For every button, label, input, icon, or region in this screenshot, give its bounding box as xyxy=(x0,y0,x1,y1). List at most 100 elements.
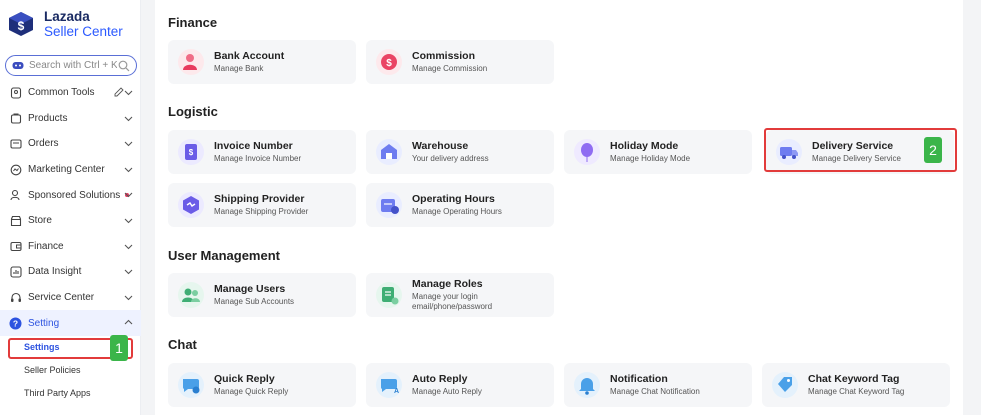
card-warehouse[interactable]: Warehouse Your delivery address xyxy=(366,130,554,174)
card-title: Commission xyxy=(412,50,476,62)
nav-item-store[interactable]: Store xyxy=(0,208,141,234)
nav-label: Orders xyxy=(28,138,59,150)
card-chat-keyword-tag[interactable]: Chat Keyword Tag Manage Chat Keyword Tag xyxy=(762,363,950,407)
chevron-down-icon xyxy=(124,192,133,198)
nav-item-finance[interactable]: Finance xyxy=(0,234,141,260)
sub-item-label: Seller Policies xyxy=(24,365,81,376)
section-title-user-management: User Management xyxy=(168,248,280,263)
brand-logo[interactable]: $ Lazada Seller Center xyxy=(8,9,123,39)
auto-reply-icon: A xyxy=(376,372,402,398)
bank-account-icon xyxy=(178,49,204,75)
card-title: Chat Keyword Tag xyxy=(808,373,900,385)
question-icon: ? xyxy=(9,317,22,330)
card-title: Shipping Provider xyxy=(214,193,305,205)
card-subtitle: Your delivery address xyxy=(412,154,489,163)
card-invoice-number[interactable]: $ Invoice Number Manage Invoice Number xyxy=(168,130,356,174)
search-icon[interactable] xyxy=(118,60,130,72)
annotation-badge-2: 2 xyxy=(924,137,942,163)
nav-item-data-insight[interactable]: Data Insight xyxy=(0,259,141,285)
svg-text:A: A xyxy=(394,388,399,395)
svg-text:$: $ xyxy=(189,148,194,157)
sub-item-third-party-apps[interactable]: Third Party Apps xyxy=(0,382,141,405)
section-title-finance: Finance xyxy=(168,15,218,30)
card-commission[interactable]: $ Commission Manage Commission xyxy=(366,40,554,84)
main-content: Finance Bank Account Manage Bank $ Commis… xyxy=(155,0,963,415)
pin-icon xyxy=(9,86,22,99)
svg-text:$: $ xyxy=(386,58,392,69)
marketing-icon xyxy=(9,163,22,176)
card-subtitle: Manage Bank xyxy=(214,64,264,73)
calendar-icon xyxy=(376,192,402,218)
shipping-provider-icon xyxy=(178,192,204,218)
card-subtitle: Manage Chat Notification xyxy=(610,387,700,396)
brand-line2: Seller Center xyxy=(44,24,123,39)
users-icon xyxy=(178,282,204,308)
section-title-logistic: Logistic xyxy=(168,104,218,119)
edit-icon[interactable] xyxy=(114,87,124,97)
nav-item-orders[interactable]: Orders xyxy=(0,131,141,157)
card-auto-reply[interactable]: A Auto Reply Manage Auto Reply xyxy=(366,363,554,407)
card-operating-hours[interactable]: Operating Hours Manage Operating Hours xyxy=(366,183,554,227)
card-subtitle: Manage Commission xyxy=(412,64,488,73)
headset-icon xyxy=(9,291,22,304)
nav-label: Products xyxy=(28,112,68,124)
chevron-down-icon xyxy=(124,167,133,173)
wallet-icon xyxy=(9,240,22,253)
sub-item-label: Third Party Apps xyxy=(24,388,91,399)
nav-item-common-tools[interactable]: Common Tools xyxy=(0,80,141,106)
nav-item-setting[interactable]: ? Setting xyxy=(0,310,141,336)
nav-label: Sponsored Solutions xyxy=(28,189,121,201)
orders-icon xyxy=(9,137,22,150)
nav-item-service-center[interactable]: Service Center xyxy=(0,285,141,311)
card-notification[interactable]: Notification Manage Chat Notification xyxy=(564,363,752,407)
card-holiday-mode[interactable]: Holiday Mode Manage Holiday Mode xyxy=(564,130,752,174)
card-subtitle: Manage Chat Keyword Tag xyxy=(808,387,905,396)
nav-item-products[interactable]: Products xyxy=(0,106,141,132)
card-title: Notification xyxy=(610,373,668,385)
search-input[interactable] xyxy=(29,60,117,71)
card-shipping-provider[interactable]: Shipping Provider Manage Shipping Provide… xyxy=(168,183,356,227)
card-subtitle: Manage Auto Reply xyxy=(412,387,482,396)
card-quick-reply[interactable]: Quick Reply Manage Quick Reply xyxy=(168,363,356,407)
tag-icon xyxy=(772,372,798,398)
card-title: Warehouse xyxy=(412,140,469,152)
card-manage-roles[interactable]: Manage Roles Manage your login email/phon… xyxy=(366,273,554,317)
commission-icon: $ xyxy=(376,49,402,75)
chevron-down-icon xyxy=(124,269,133,275)
warehouse-icon xyxy=(376,139,402,165)
chevron-down-icon xyxy=(124,90,133,96)
nav-label: Common Tools xyxy=(28,87,95,99)
card-bank-account[interactable]: Bank Account Manage Bank xyxy=(168,40,356,84)
annotation-badge-1: 1 xyxy=(110,335,128,361)
card-subtitle: Manage Sub Accounts xyxy=(214,297,295,306)
chart-icon xyxy=(9,265,22,278)
card-title: Holiday Mode xyxy=(610,140,679,152)
lazada-logo-icon: $ xyxy=(9,12,33,36)
card-title: Manage Users xyxy=(214,283,286,295)
card-manage-users[interactable]: Manage Users Manage Sub Accounts xyxy=(168,273,356,317)
nav-label: Finance xyxy=(28,240,64,252)
card-subtitle: Manage Invoice Number xyxy=(214,154,302,163)
chevron-down-icon xyxy=(124,141,133,147)
page-scrollbar[interactable] xyxy=(963,0,981,415)
bag-icon xyxy=(9,112,22,125)
card-subtitle: Manage Quick Reply xyxy=(214,387,289,396)
search-bar[interactable] xyxy=(5,55,137,76)
sub-item-seller-policies[interactable]: Seller Policies xyxy=(0,359,141,382)
card-title: Operating Hours xyxy=(412,193,495,205)
balloon-icon xyxy=(574,139,600,165)
card-title: Quick Reply xyxy=(214,373,275,385)
quick-reply-icon xyxy=(178,372,204,398)
card-subtitle: Manage Shipping Provider xyxy=(214,207,309,216)
card-title: Bank Account xyxy=(214,50,285,62)
nav-item-sponsored-solutions[interactable]: Sponsored Solutions xyxy=(0,182,141,208)
card-subtitle: Manage your login email/phone/password xyxy=(412,292,493,311)
nav-item-marketing-center[interactable]: Marketing Center xyxy=(0,157,141,183)
roles-icon xyxy=(376,282,402,308)
chevron-down-icon xyxy=(124,218,133,224)
svg-text:$: $ xyxy=(18,19,25,33)
store-icon xyxy=(9,214,22,227)
card-title: Manage Roles xyxy=(412,278,483,290)
invoice-icon: $ xyxy=(178,139,204,165)
card-title: Auto Reply xyxy=(412,373,468,385)
